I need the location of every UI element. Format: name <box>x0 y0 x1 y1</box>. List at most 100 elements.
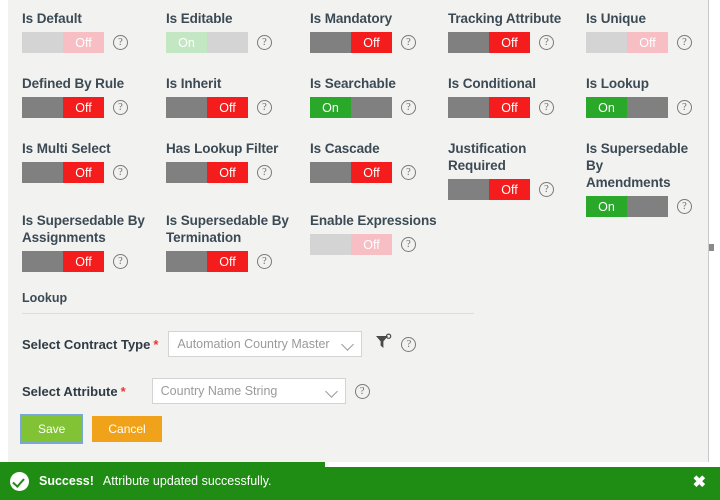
attribute-label-text: Select Attribute <box>22 384 118 399</box>
save-button[interactable]: Save <box>22 416 81 442</box>
help-icon[interactable]: ? <box>677 35 692 50</box>
field-select-attribute: Select Attribute* Country Name String ? <box>22 378 370 404</box>
toggle-state-label: On <box>310 97 351 118</box>
toggle-state-label: Off <box>627 32 668 53</box>
toggle-row: Off? <box>310 162 416 183</box>
help-icon[interactable]: ? <box>677 100 692 115</box>
toggle-field-is-inherit: Is InheritOff? <box>166 75 272 118</box>
help-icon[interactable]: ? <box>539 35 554 50</box>
help-icon[interactable]: ? <box>401 35 416 50</box>
toggle-field-tracking-attribute: Tracking Attribute Off? <box>448 10 561 53</box>
toggle-row: Off? <box>166 251 289 272</box>
toggle-label: Is Editable <box>166 10 272 27</box>
toggle-switch[interactable]: On <box>586 196 668 217</box>
attribute-settings-page: Is DefaultOff?Is EditableOn?Is Mandatory… <box>0 0 720 500</box>
contract-type-label: Select Contract Type* <box>22 337 158 352</box>
toggle-half-right <box>207 32 248 53</box>
toggle-row: Off? <box>586 32 692 53</box>
toggle-field-is-multi-select: Is Multi SelectOff? <box>22 140 128 183</box>
toggle-half-left <box>166 251 207 272</box>
toggle-half-left <box>22 162 63 183</box>
toggle-label: Is Conditional <box>448 75 554 92</box>
toggle-switch[interactable]: Off <box>22 251 104 272</box>
contract-type-help-icon[interactable]: ? <box>401 337 416 352</box>
toggle-switch[interactable]: Off <box>166 97 248 118</box>
toggle-field-is-supersedable-by-amendments: Is Supersedable By AmendmentsOn? <box>586 140 708 217</box>
toggle-field-is-conditional: Is Conditional Off? <box>448 75 554 118</box>
toggle-label: Defined By Rule <box>22 75 128 92</box>
toggle-switch[interactable]: Off <box>310 32 392 53</box>
toggle-state-label: Off <box>207 162 248 183</box>
close-icon[interactable]: ✖ <box>693 472 706 492</box>
toggle-switch[interactable]: Off <box>310 162 392 183</box>
toggle-row: Off? <box>310 234 437 255</box>
toggle-label: Enable Expressions <box>310 212 437 229</box>
help-icon[interactable]: ? <box>257 100 272 115</box>
help-icon[interactable]: ? <box>539 182 554 197</box>
toggle-switch[interactable]: Off <box>448 32 530 53</box>
toggle-half-left <box>448 179 489 200</box>
toggle-switch: Off <box>22 32 104 53</box>
help-icon[interactable]: ? <box>257 165 272 180</box>
toggle-label: Justification Required <box>448 140 554 174</box>
help-icon[interactable]: ? <box>113 100 128 115</box>
scrollbar-thumb[interactable] <box>709 244 714 251</box>
toggle-switch[interactable]: Off <box>448 97 530 118</box>
help-icon[interactable]: ? <box>401 237 416 252</box>
contract-type-required-marker: * <box>153 337 158 352</box>
toggle-state-label: Off <box>63 97 104 118</box>
help-icon[interactable]: ? <box>113 165 128 180</box>
help-icon[interactable]: ? <box>113 35 128 50</box>
toggle-switch[interactable]: Off <box>166 251 248 272</box>
toggle-half-left <box>22 32 63 53</box>
toggle-switch[interactable]: Off <box>22 162 104 183</box>
toggle-state-label: Off <box>351 32 392 53</box>
help-icon[interactable]: ? <box>257 254 272 269</box>
attribute-required-marker: * <box>121 384 126 399</box>
toggle-row: Off? <box>310 32 416 53</box>
toggle-row: On? <box>586 196 708 217</box>
toggle-half-right <box>627 196 668 217</box>
toggle-row: On? <box>586 97 692 118</box>
toggle-switch[interactable]: On <box>310 97 392 118</box>
help-icon[interactable]: ? <box>401 165 416 180</box>
toggle-row: Off? <box>22 97 128 118</box>
toggle-label: Tracking Attribute <box>448 10 561 27</box>
contract-type-select[interactable]: Automation Country Master <box>168 331 362 357</box>
toggle-field-justification-required: Justification Required Off? <box>448 140 554 200</box>
toggle-switch[interactable]: Off <box>22 97 104 118</box>
toggle-field-is-supersedable-by-termination: Is Supersedable By TerminationOff? <box>166 212 289 272</box>
vertical-scrollbar[interactable] <box>708 0 720 462</box>
attribute-select[interactable]: Country Name String <box>152 378 346 404</box>
toggle-half-left <box>22 251 63 272</box>
toggle-state-label: Off <box>489 32 530 53</box>
cancel-button[interactable]: Cancel <box>92 416 161 442</box>
toggle-label: Is Supersedable By Assignments <box>22 212 145 246</box>
toggle-switch[interactable]: Off <box>448 179 530 200</box>
contract-type-label-text: Select Contract Type <box>22 337 150 352</box>
attribute-help-icon[interactable]: ? <box>355 384 370 399</box>
help-icon[interactable]: ? <box>257 35 272 50</box>
help-icon[interactable]: ? <box>539 100 554 115</box>
toggle-label: Is Cascade <box>310 140 416 157</box>
toggle-half-left <box>310 162 351 183</box>
toggle-field-is-lookup: Is LookupOn? <box>586 75 692 118</box>
toggle-state-label: Off <box>63 32 104 53</box>
toggle-half-left <box>166 97 207 118</box>
toggle-row: Off? <box>22 32 128 53</box>
funnel-icon[interactable] <box>374 333 392 356</box>
toggle-field-defined-by-rule: Defined By Rule Off? <box>22 75 128 118</box>
lookup-section-title: Lookup <box>22 291 474 314</box>
toggle-switch[interactable]: Off <box>166 162 248 183</box>
toggle-label: Has Lookup Filter <box>166 140 278 157</box>
chevron-down-icon <box>325 385 338 398</box>
help-icon[interactable]: ? <box>113 254 128 269</box>
success-toast: Success! Attribute updated successfully. <box>0 462 720 500</box>
toggle-row: Off? <box>166 162 278 183</box>
help-icon[interactable]: ? <box>677 199 692 214</box>
help-icon[interactable]: ? <box>401 100 416 115</box>
toggle-half-left <box>310 234 351 255</box>
toggle-switch[interactable]: On <box>586 97 668 118</box>
toggle-field-is-searchable: Is SearchableOn? <box>310 75 416 118</box>
toggle-row: Off? <box>166 97 272 118</box>
